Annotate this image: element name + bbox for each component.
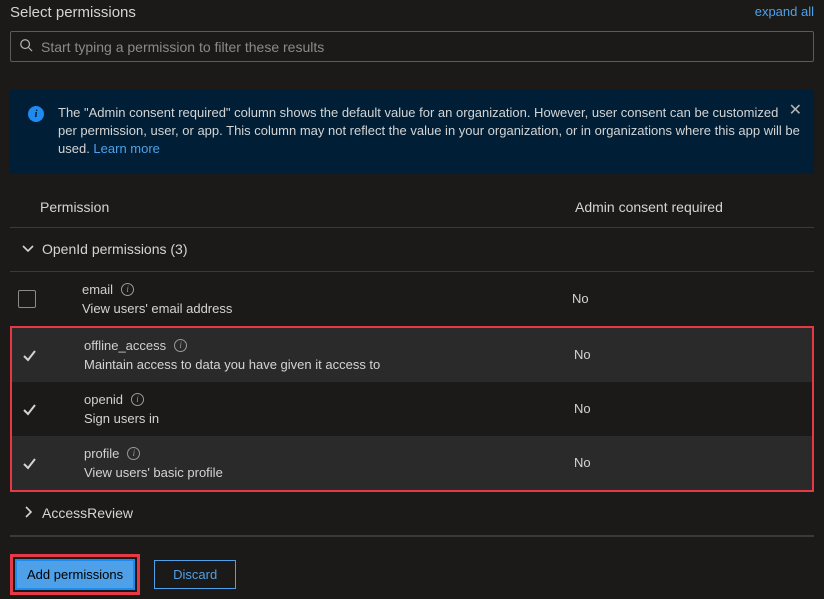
info-banner: i The "Admin consent required" column sh… [10, 90, 814, 173]
close-icon[interactable]: ✕ [789, 100, 802, 120]
highlight-annotation: offline_access i Maintain access to data… [10, 326, 814, 492]
discard-button[interactable]: Discard [154, 560, 236, 589]
info-text: The "Admin consent required" column show… [58, 104, 800, 159]
admin-consent-value: No [574, 455, 591, 470]
search-input[interactable] [41, 39, 805, 55]
permission-row-email: email i View users' email address No [10, 272, 814, 326]
group-label: OpenId permissions (3) [42, 241, 188, 257]
chevron-right-icon [20, 504, 36, 523]
permission-row-offline-access: offline_access i Maintain access to data… [12, 328, 812, 382]
permission-row-profile: profile i View users' basic profile No [12, 436, 812, 490]
info-icon[interactable]: i [174, 339, 187, 352]
checkbox-openid[interactable] [20, 400, 38, 418]
highlight-annotation: Add permissions [10, 554, 140, 595]
checkbox-profile[interactable] [20, 454, 38, 472]
perm-name: openid [84, 392, 123, 407]
admin-consent-value: No [572, 291, 589, 306]
info-icon: i [28, 106, 44, 122]
perm-desc: View users' email address [82, 301, 572, 316]
admin-consent-value: No [574, 347, 591, 362]
info-icon[interactable]: i [121, 283, 134, 296]
group-accessreview[interactable]: AccessReview [10, 492, 814, 536]
learn-more-link[interactable]: Learn more [93, 141, 159, 156]
add-permissions-button[interactable]: Add permissions [15, 559, 135, 590]
table-header: Permission Admin consent required [10, 187, 814, 228]
search-container [10, 31, 814, 62]
perm-name: email [82, 282, 113, 297]
col-permission: Permission [40, 199, 575, 215]
perm-name: offline_access [84, 338, 166, 353]
footer-actions: Add permissions Discard [10, 554, 236, 595]
info-icon[interactable]: i [131, 393, 144, 406]
page-title: Select permissions [10, 4, 136, 21]
checkbox-offline-access[interactable] [20, 346, 38, 364]
perm-desc: Maintain access to data you have given i… [84, 357, 574, 372]
admin-consent-value: No [574, 401, 591, 416]
expand-all-link[interactable]: expand all [755, 4, 814, 19]
permission-row-openid: openid i Sign users in No [12, 382, 812, 436]
group-openid[interactable]: OpenId permissions (3) [10, 228, 814, 272]
chevron-down-icon [20, 240, 36, 259]
perm-desc: Sign users in [84, 411, 574, 426]
perm-name: profile [84, 446, 119, 461]
info-icon[interactable]: i [127, 447, 140, 460]
group-label: AccessReview [42, 505, 133, 521]
search-icon [19, 38, 33, 55]
perm-desc: View users' basic profile [84, 465, 574, 480]
col-admin-consent: Admin consent required [575, 199, 814, 215]
checkbox-email[interactable] [18, 290, 36, 308]
